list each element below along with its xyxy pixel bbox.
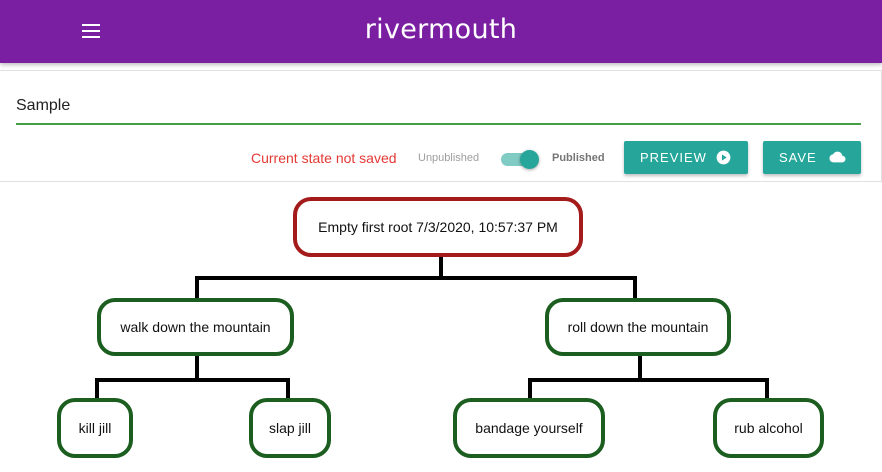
editor-panel: Current state not saved Unpublished Publ… bbox=[0, 70, 882, 182]
tree-node[interactable]: rub alcohol bbox=[713, 398, 824, 458]
tree-node[interactable]: walk down the mountain bbox=[97, 298, 294, 356]
toggle-knob bbox=[520, 150, 539, 169]
tree-node[interactable]: kill jill bbox=[57, 398, 133, 458]
play-circle-icon bbox=[716, 150, 731, 165]
preview-button[interactable]: PREVIEW bbox=[624, 141, 748, 174]
cloud-icon bbox=[829, 151, 846, 163]
unpublished-label: Unpublished bbox=[418, 152, 480, 164]
story-tree: Empty first root 7/3/2020, 10:57:37 PM w… bbox=[0, 182, 882, 472]
tree-node[interactable]: slap jill bbox=[249, 398, 331, 458]
app-bar: rivermouth bbox=[0, 0, 882, 63]
save-button-label: SAVE bbox=[779, 150, 817, 165]
story-name-input[interactable] bbox=[16, 89, 861, 125]
publish-toggle[interactable] bbox=[501, 150, 539, 169]
tree-node-root[interactable]: Empty first root 7/3/2020, 10:57:37 PM bbox=[293, 197, 583, 257]
preview-button-label: PREVIEW bbox=[640, 150, 707, 165]
app-title: rivermouth bbox=[364, 14, 518, 45]
tree-node[interactable]: roll down the mountain bbox=[545, 298, 731, 356]
published-label: Published bbox=[552, 152, 605, 164]
save-status-text: Current state not saved bbox=[251, 150, 397, 166]
save-button[interactable]: SAVE bbox=[763, 141, 861, 174]
tree-node[interactable]: bandage yourself bbox=[453, 398, 605, 458]
